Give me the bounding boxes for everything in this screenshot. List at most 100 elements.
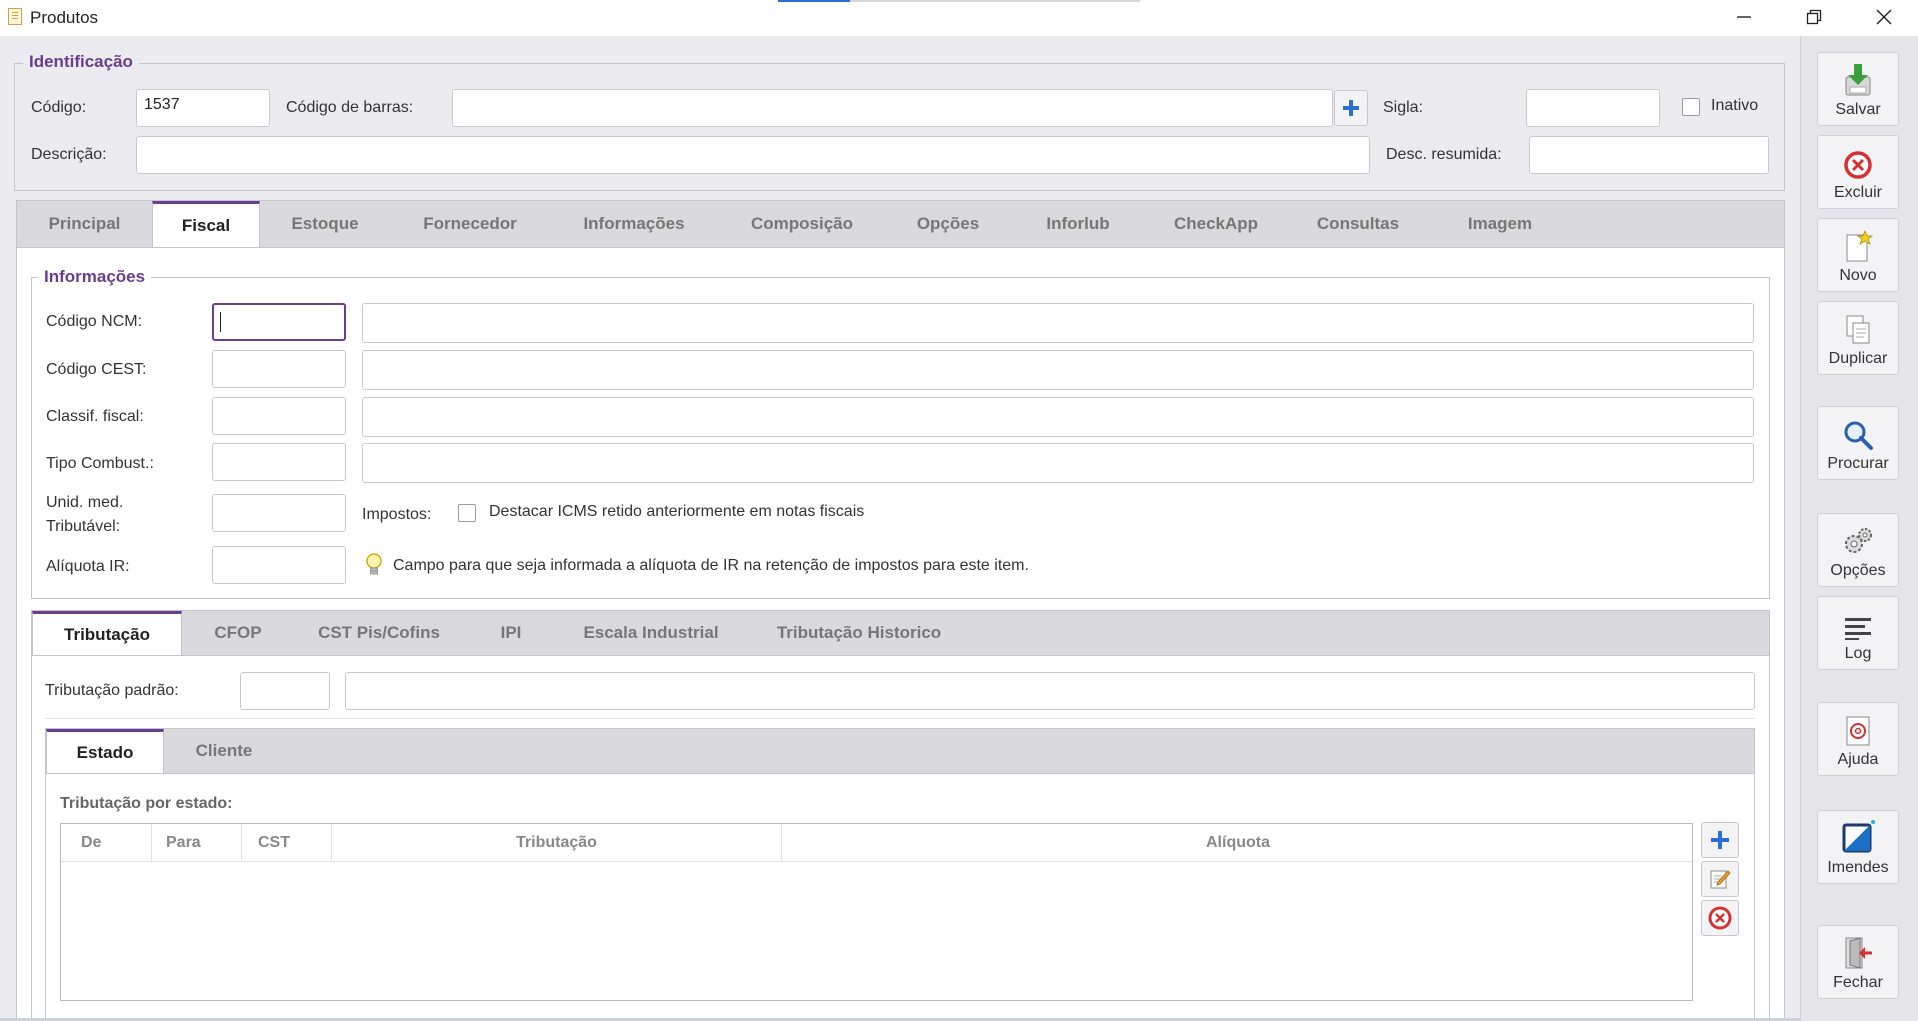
cest-label: Código CEST: bbox=[46, 361, 147, 378]
procurar-label: Procurar bbox=[1827, 455, 1889, 472]
tributacao-padrao-label: Tributação padrão: bbox=[45, 682, 179, 699]
ajuda-button[interactable]: Ajuda bbox=[1817, 702, 1899, 776]
ncm-description-input[interactable] bbox=[362, 303, 1754, 343]
log-button[interactable]: Log bbox=[1817, 596, 1899, 670]
tab-composicao[interactable]: Composição bbox=[718, 201, 886, 247]
ncm-code-input[interactable] bbox=[212, 303, 346, 341]
classif-fiscal-description-input[interactable] bbox=[362, 397, 1754, 437]
informacoes-title: Informações bbox=[38, 267, 152, 287]
salvar-button[interactable]: Salvar bbox=[1817, 52, 1899, 126]
log-icon bbox=[1845, 618, 1871, 640]
app-icon bbox=[8, 8, 22, 25]
tributacao-estado-grid[interactable]: De Para CST Tributação Alíquota bbox=[60, 823, 1693, 1001]
tab-principal[interactable]: Principal bbox=[17, 201, 152, 247]
main-tab-bar: Principal Fiscal Estoque Fornecedor Info… bbox=[16, 200, 1785, 248]
inativo-label: Inativo bbox=[1711, 97, 1759, 114]
search-icon bbox=[1844, 421, 1873, 450]
window-title: Produtos bbox=[30, 8, 99, 27]
restore-button[interactable] bbox=[1784, 0, 1844, 34]
procurar-button[interactable]: Procurar bbox=[1817, 406, 1899, 480]
add-barcode-button[interactable] bbox=[1334, 90, 1368, 126]
sigla-input[interactable] bbox=[1526, 89, 1660, 127]
aliquota-ir-input[interactable] bbox=[212, 546, 346, 584]
tab-tributacao[interactable]: Tributação bbox=[32, 611, 182, 655]
excluir-button[interactable]: Excluir bbox=[1817, 135, 1899, 209]
duplicate-icon bbox=[1846, 315, 1870, 344]
tab-fiscal[interactable]: Fiscal bbox=[152, 201, 260, 247]
identificacao-title: Identificação bbox=[23, 52, 139, 72]
title-bar: Produtos bbox=[0, 0, 1918, 36]
tributacao-padrao-code-input[interactable] bbox=[240, 672, 330, 710]
imendes-label: Imendes bbox=[1827, 859, 1889, 876]
sigla-label: Sigla: bbox=[1383, 99, 1424, 116]
log-label: Log bbox=[1844, 645, 1872, 662]
imendes-icon bbox=[1842, 820, 1875, 853]
classif-fiscal-input[interactable] bbox=[212, 397, 346, 435]
new-document-icon bbox=[1846, 229, 1873, 262]
tab-cfop[interactable]: CFOP bbox=[182, 611, 294, 655]
imendes-button[interactable]: Imendes bbox=[1817, 810, 1899, 884]
tipo-combust-description-input[interactable] bbox=[362, 443, 1754, 483]
aliquota-ir-label: Alíquota IR: bbox=[46, 558, 130, 575]
opcoes-button[interactable]: Opções bbox=[1817, 513, 1899, 587]
ajuda-label: Ajuda bbox=[1837, 751, 1879, 768]
title-accent bbox=[778, 0, 850, 2]
tab-cliente[interactable]: Cliente bbox=[164, 729, 284, 773]
classif-fiscal-label: Classif. fiscal: bbox=[46, 408, 144, 425]
add-row-button[interactable] bbox=[1701, 822, 1739, 858]
col-cst[interactable]: CST bbox=[242, 824, 332, 862]
tributacao-por-estado-label: Tributação por estado: bbox=[60, 795, 233, 812]
tab-consultas[interactable]: Consultas bbox=[1286, 201, 1430, 247]
duplicar-button[interactable]: Duplicar bbox=[1817, 301, 1899, 375]
restore-icon bbox=[1806, 9, 1822, 25]
tipo-combust-input[interactable] bbox=[212, 443, 346, 481]
opcoes-label: Opções bbox=[1830, 562, 1886, 579]
tipo-combust-label: Tipo Combust.: bbox=[46, 455, 154, 472]
ncm-label: Código NCM: bbox=[46, 313, 143, 330]
tributacao-padrao-description-input[interactable] bbox=[345, 672, 1755, 710]
excluir-label: Excluir bbox=[1833, 184, 1882, 201]
descricao-label: Descrição: bbox=[31, 146, 107, 163]
salvar-label: Salvar bbox=[1835, 101, 1881, 118]
tab-fornecedor[interactable]: Fornecedor bbox=[390, 201, 550, 247]
codigo-input[interactable]: 1537 bbox=[136, 89, 270, 127]
tab-estado[interactable]: Estado bbox=[46, 729, 164, 773]
tab-cst-pis-cofins[interactable]: CST Pis/Cofins bbox=[294, 611, 464, 655]
col-aliquota[interactable]: Alíquota bbox=[782, 824, 1694, 862]
minimize-button[interactable] bbox=[1714, 0, 1774, 34]
desc-resumida-input[interactable] bbox=[1529, 136, 1769, 174]
tab-informacoes[interactable]: Informações bbox=[550, 201, 718, 247]
col-de[interactable]: De bbox=[61, 824, 152, 862]
save-icon bbox=[1845, 64, 1871, 96]
tab-escala-industrial[interactable]: Escala Industrial bbox=[558, 611, 744, 655]
tab-estoque[interactable]: Estoque bbox=[260, 201, 390, 247]
novo-button[interactable]: Novo bbox=[1817, 218, 1899, 292]
title-accent-2 bbox=[850, 0, 1140, 2]
delete-row-button[interactable] bbox=[1701, 900, 1739, 936]
inner-tab-bar: Estado Cliente bbox=[45, 728, 1755, 774]
col-para[interactable]: Para bbox=[152, 824, 242, 862]
edit-row-button[interactable] bbox=[1701, 861, 1739, 897]
descricao-input[interactable] bbox=[136, 136, 1370, 174]
destacar-icms-checkbox[interactable] bbox=[458, 504, 476, 522]
codigo-barras-input[interactable] bbox=[452, 89, 1333, 127]
tab-inforlub[interactable]: Inforlub bbox=[1010, 201, 1146, 247]
close-window-button[interactable] bbox=[1854, 0, 1914, 34]
impostos-label: Impostos: bbox=[362, 506, 432, 523]
close-icon bbox=[1876, 9, 1892, 25]
delete-icon bbox=[1708, 906, 1732, 930]
tab-checkapp[interactable]: CheckApp bbox=[1146, 201, 1286, 247]
grid-header: De Para CST Tributação Alíquota bbox=[61, 824, 1692, 862]
unid-med-tributavel-input[interactable] bbox=[212, 494, 346, 532]
fechar-button[interactable]: Fechar bbox=[1817, 925, 1899, 999]
tab-imagem[interactable]: Imagem bbox=[1430, 201, 1570, 247]
help-icon bbox=[1846, 716, 1870, 746]
cest-description-input[interactable] bbox=[362, 350, 1754, 390]
tab-opcoes[interactable]: Opções bbox=[886, 201, 1010, 247]
gear-icon bbox=[1845, 528, 1872, 553]
inativo-checkbox[interactable] bbox=[1682, 98, 1700, 116]
tab-tributacao-historico[interactable]: Tributação Historico bbox=[744, 611, 974, 655]
tab-ipi[interactable]: IPI bbox=[464, 611, 558, 655]
col-tributacao[interactable]: Tributação bbox=[332, 824, 782, 862]
cest-code-input[interactable] bbox=[212, 350, 346, 388]
